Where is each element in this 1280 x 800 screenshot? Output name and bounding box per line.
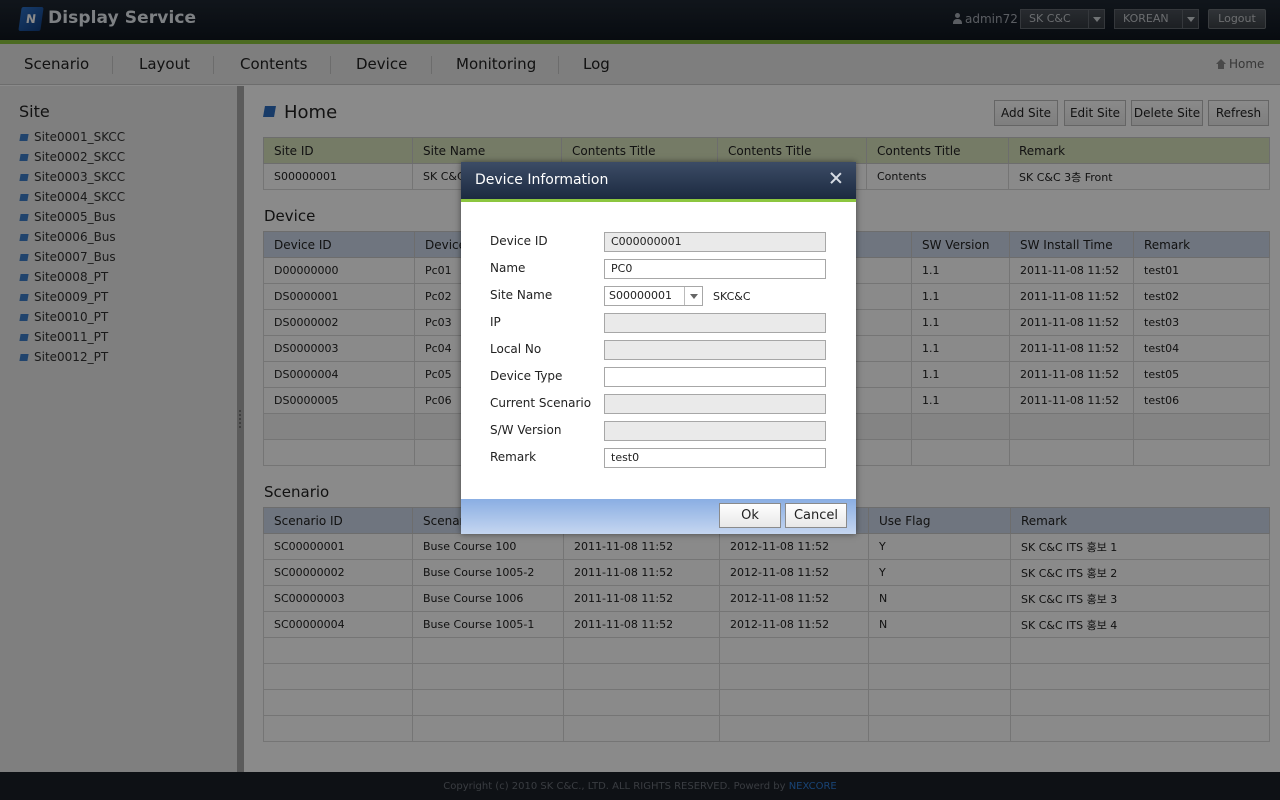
- close-icon[interactable]: [829, 171, 843, 185]
- sw-version-label: S/W Version: [490, 423, 562, 437]
- sw-version-field[interactable]: [604, 421, 826, 441]
- device-information-dialog: Device Information Device ID C000000001 …: [461, 162, 856, 534]
- remark-label: Remark: [490, 450, 537, 464]
- local-no-field[interactable]: [604, 340, 826, 360]
- dialog-footer: Ok Cancel: [461, 499, 856, 534]
- cancel-button[interactable]: Cancel: [785, 503, 847, 528]
- name-field[interactable]: PC0: [604, 259, 826, 279]
- current-scenario-label: Current Scenario: [490, 396, 592, 410]
- name-label: Name: [490, 261, 526, 275]
- site-name-select[interactable]: S00000001: [604, 286, 703, 306]
- dialog-header: Device Information: [461, 162, 856, 202]
- site-name-text: SKC&C: [713, 290, 751, 303]
- local-no-label: Local No: [490, 342, 542, 356]
- chevron-down-icon: [684, 287, 702, 305]
- ok-button[interactable]: Ok: [719, 503, 781, 528]
- dialog-accent-line: [461, 199, 856, 202]
- device-id-label: Device ID: [490, 234, 548, 248]
- device-id-field[interactable]: C000000001: [604, 232, 826, 252]
- current-scenario-field[interactable]: [604, 394, 826, 414]
- remark-field[interactable]: test0: [604, 448, 826, 468]
- ip-field[interactable]: [604, 313, 826, 333]
- site-name-label: Site Name: [490, 288, 553, 302]
- device-type-field[interactable]: [604, 367, 826, 387]
- ip-label: IP: [490, 315, 501, 329]
- dialog-title: Device Information: [475, 172, 609, 188]
- device-type-label: Device Type: [490, 369, 563, 383]
- site-name-select-value: S00000001: [609, 289, 672, 302]
